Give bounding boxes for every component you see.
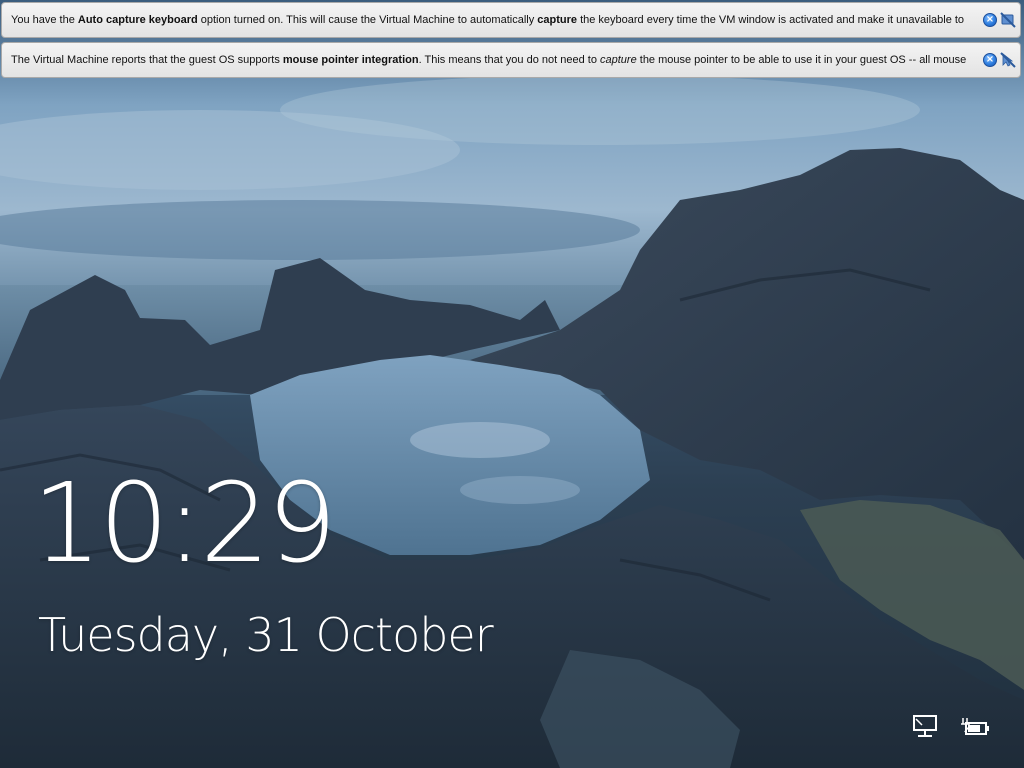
close-notification-icon[interactable]: × <box>983 13 997 27</box>
notification-text-segment: Auto capture keyboard <box>77 14 198 26</box>
lock-screen[interactable]: You have the Auto capture keyboard optio… <box>0 0 1024 768</box>
notification-text-segment: capture <box>600 54 637 66</box>
notification-text-segment: You have the <box>11 14 78 26</box>
power-icon[interactable] <box>960 714 990 740</box>
notification-text-segment: The Virtual Machine reports that the gue… <box>11 54 283 66</box>
do-not-show-again-icon[interactable] <box>1000 12 1016 28</box>
notification-text-segment: option turned on. This will cause the Vi… <box>197 14 538 26</box>
auto-capture-keyboard-notification: You have the Auto capture keyboard optio… <box>1 2 1021 38</box>
notification-text-segment: capture <box>537 14 578 26</box>
network-icon[interactable] <box>912 714 942 740</box>
notification-message: The Virtual Machine reports that the gue… <box>11 54 979 66</box>
notification-text-segment: mouse pointer integration <box>282 54 419 66</box>
notification-text-segment: the mouse pointer to be able to use it i… <box>636 54 967 66</box>
notification-text-segment: the keyboard every time the VM window is… <box>577 14 965 26</box>
lock-screen-date: Tuesday, 31 October <box>38 608 494 662</box>
do-not-show-again-icon[interactable] <box>1000 52 1016 68</box>
lock-screen-time: 10:29 <box>32 459 337 587</box>
notification-text-segment: . This means that you do not need to <box>418 54 600 66</box>
mouse-integration-notification: The Virtual Machine reports that the gue… <box>1 42 1021 78</box>
close-notification-icon[interactable]: × <box>983 53 997 67</box>
notification-message: You have the Auto capture keyboard optio… <box>11 14 979 26</box>
